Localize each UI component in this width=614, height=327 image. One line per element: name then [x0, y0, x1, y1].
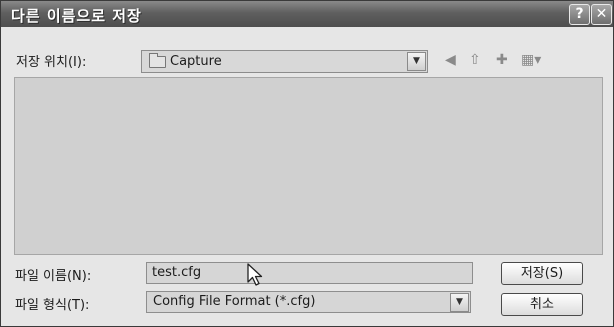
chevron-down-icon[interactable]: ▼	[407, 52, 426, 71]
file-type-label: 파일 형식(T):	[15, 298, 90, 313]
mouse-cursor-icon	[247, 263, 263, 286]
save-location-label: 저장 위치(I):	[16, 55, 87, 70]
save-location-value: Capture	[170, 54, 222, 69]
cancel-button[interactable]: 취소	[501, 293, 583, 316]
new-folder-icon[interactable]: ✚	[496, 52, 508, 68]
chevron-down-icon[interactable]: ▼	[450, 293, 469, 312]
file-type-select[interactable]: Config File Format (*.cfg) ▼	[146, 291, 471, 313]
file-name-label: 파일 이름(N):	[15, 269, 92, 284]
file-type-value: Config File Format (*.cfg)	[153, 294, 316, 309]
save-location-dropdown[interactable]: Capture ▼	[141, 50, 428, 73]
views-menu-icon[interactable]: ▦▾	[521, 52, 541, 68]
back-icon[interactable]: ◀	[445, 52, 456, 68]
close-button[interactable]: ✕	[591, 4, 612, 25]
up-folder-icon[interactable]: ⇧	[469, 52, 481, 68]
file-list[interactable]	[14, 77, 603, 255]
folder-icon	[149, 53, 166, 68]
title-bar[interactable]: 다른 이름으로 저장 ? ✕	[1, 1, 613, 27]
file-name-input[interactable]: test.cfg	[146, 262, 473, 284]
dialog-title: 다른 이름으로 저장	[11, 7, 142, 25]
save-as-dialog: 다른 이름으로 저장 ? ✕ 저장 위치(I): Capture ▼ ◀ ⇧ ✚…	[0, 0, 614, 327]
help-button[interactable]: ?	[569, 4, 590, 25]
save-button[interactable]: 저장(S)	[501, 262, 583, 285]
